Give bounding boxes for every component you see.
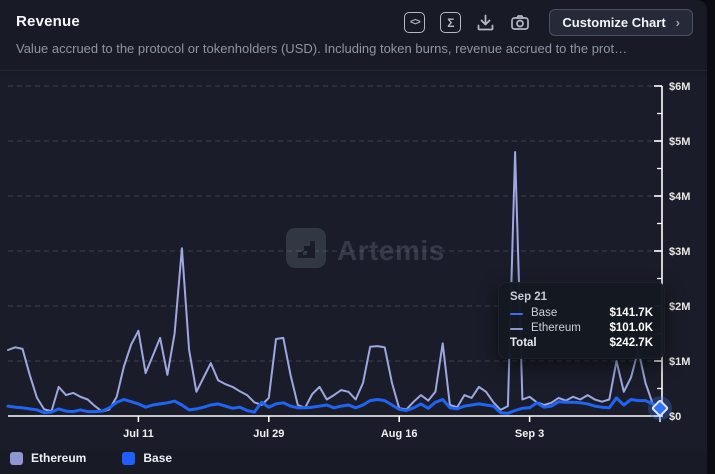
camera-icon[interactable]: [510, 13, 530, 32]
chart-tooltip: Sep 21 Base $141.7K Ethereum $101.0K Tot…: [498, 282, 665, 359]
embed-code-icon[interactable]: <>: [404, 12, 426, 33]
x-tick-label: Sep 3: [515, 428, 544, 440]
tooltip-base-value: $141.7K: [609, 307, 653, 319]
base-line-swatch: [510, 312, 523, 315]
revenue-chart-svg[interactable]: $0$1M$2M$3M$4M$5M$6MJul 11 Jul 29 Aug 16 Se…: [0, 75, 707, 450]
ethereum-swatch: [10, 451, 23, 465]
page-title: Revenue: [16, 13, 80, 30]
tooltip-row-base: Base $141.7K: [510, 306, 653, 321]
base-swatch: [122, 451, 136, 465]
y-tick-label: $6M: [669, 81, 690, 93]
tooltip-total-value: $242.7K: [609, 337, 653, 349]
y-tick-label: $1M: [669, 356, 690, 368]
tooltip-ethereum-label: Ethereum: [531, 322, 581, 334]
tooltip-row-ethereum: Ethereum $101.0K: [510, 321, 653, 336]
y-tick-label: $3M: [669, 246, 690, 258]
tooltip-date: Sep 21: [510, 291, 548, 303]
x-tick-label: Aug 16: [381, 428, 418, 440]
y-tick-label: $2M: [669, 301, 690, 313]
chart-controls: <> Σ Customize Chart ›: [404, 9, 693, 36]
x-tick-label: Jul 29: [253, 428, 284, 440]
x-tick-label: Jul 11: [123, 428, 154, 440]
chart-description: Value accrued to the protocol or tokenho…: [16, 41, 628, 56]
chart-legend: Ethereum Base: [10, 451, 172, 465]
chevron-right-icon: ›: [675, 15, 680, 30]
tooltip-total-row: Total $242.7K: [510, 336, 653, 351]
ethereum-line-swatch: [510, 327, 523, 330]
legend-ethereum-label: Ethereum: [31, 451, 87, 465]
download-icon[interactable]: [476, 13, 495, 32]
revenue-chart[interactable]: $0 $1M $2M $3M $4M $5M $6M Jul 11 Jul 29 Aug 16 Se…: [0, 75, 707, 450]
legend-base-label: Base: [143, 451, 173, 465]
legend-item-base[interactable]: Base: [122, 451, 172, 465]
legend-item-ethereum[interactable]: Ethereum: [10, 451, 86, 465]
tooltip-ethereum-value: $101.0K: [609, 322, 653, 334]
revenue-card: Revenue Value accrued to the protocol or…: [0, 0, 707, 474]
y-tick-label: $4M: [669, 191, 690, 203]
chart-header: Revenue Value accrued to the protocol or…: [0, 0, 707, 71]
tooltip-total-label: Total: [510, 337, 537, 349]
y-tick-label: $5M: [669, 136, 690, 148]
sigma-icon[interactable]: Σ: [440, 12, 462, 33]
customize-chart-label: Customize Chart: [562, 15, 666, 30]
customize-chart-button[interactable]: Customize Chart ›: [549, 9, 693, 36]
tooltip-base-label: Base: [531, 307, 558, 319]
